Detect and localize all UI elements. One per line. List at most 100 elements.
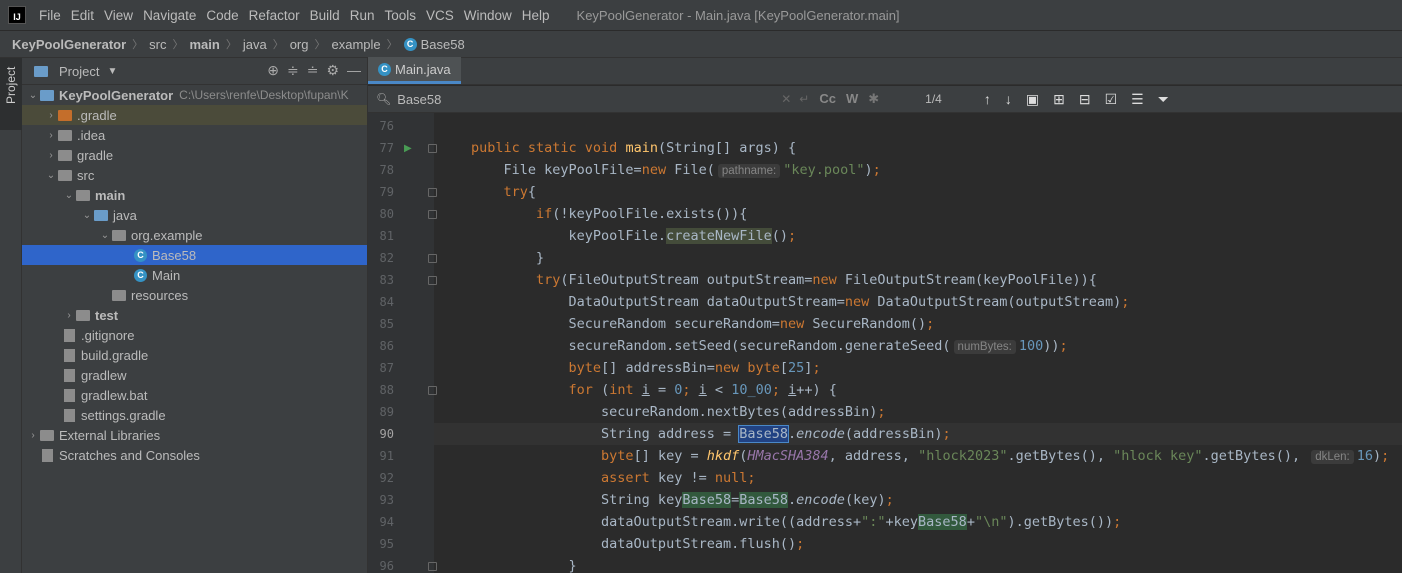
code-line: 80 if(!keyPoolFile.exists()){ (368, 203, 1402, 225)
breadcrumb-example[interactable]: example (332, 37, 381, 52)
add-occurrence-icon[interactable]: ⊞ (1053, 91, 1065, 108)
window-title: KeyPoolGenerator - Main.java [KeyPoolGen… (576, 7, 900, 23)
regex-icon[interactable]: ✱ (868, 91, 879, 107)
remove-occurrence-icon[interactable]: ⊟ (1079, 91, 1091, 108)
code-line: 84 DataOutputStream dataOutputStream=new… (368, 291, 1402, 313)
package-icon (112, 229, 126, 241)
project-tool-tab[interactable]: Project (0, 58, 22, 130)
chevron-right-icon[interactable]: › (26, 430, 40, 441)
chevron-down-icon[interactable]: ▼ (107, 66, 117, 77)
tree-item-main-class[interactable]: C Main (22, 265, 367, 285)
menu-vcs[interactable]: VCS (421, 8, 459, 23)
chevron-down-icon[interactable]: ⌄ (26, 90, 40, 101)
menu-build[interactable]: Build (305, 8, 345, 23)
tree-item-base58[interactable]: C Base58 (22, 245, 367, 265)
menu-edit[interactable]: Edit (66, 8, 99, 23)
tree-item-build-gradle[interactable]: build.gradle (22, 345, 367, 365)
arrow-up-icon[interactable]: ↑ (984, 91, 991, 108)
line-number: 93 (379, 493, 394, 507)
open-in-window-icon[interactable]: ▣ (1026, 91, 1039, 108)
tab-main-java[interactable]: C Main.java (368, 57, 461, 84)
minimize-icon[interactable]: — (347, 62, 361, 79)
search-icon[interactable]: 🔍︎ (376, 92, 391, 106)
search-input[interactable] (397, 91, 778, 107)
filter-icon[interactable]: ⏷ (1158, 91, 1169, 108)
tree-item-resources[interactable]: resources (22, 285, 367, 305)
fold-icon[interactable] (428, 187, 437, 197)
chevron-down-icon[interactable]: ⌄ (44, 170, 58, 181)
chevron-down-icon[interactable]: ⌄ (62, 190, 76, 201)
code-line: 81 keyPoolFile.createNewFile(); (368, 225, 1402, 247)
tree-item-settings-gradle[interactable]: settings.gradle (22, 405, 367, 425)
tree-item-root[interactable]: ⌄ KeyPoolGenerator C:\Users\renfe\Desktop\… (22, 85, 367, 105)
chevron-down-icon[interactable]: ⌄ (80, 210, 94, 221)
filter-options-icon[interactable]: ☰ (1131, 91, 1144, 108)
menu-file[interactable]: File (34, 8, 66, 23)
breadcrumb-project[interactable]: KeyPoolGenerator (12, 37, 126, 52)
expand-all-icon[interactable]: ≑ (287, 62, 299, 79)
fold-icon[interactable] (428, 143, 437, 153)
breadcrumb-main[interactable]: main (190, 37, 220, 52)
arrow-down-icon[interactable]: ↓ (1005, 91, 1012, 108)
tree-item-package[interactable]: ⌄ org.example (22, 225, 367, 245)
whole-words-option[interactable]: W (846, 91, 858, 107)
fold-icon[interactable] (428, 385, 437, 395)
tree-item-main[interactable]: ⌄ main (22, 185, 367, 205)
tree-item-external-libraries[interactable]: › External Libraries (22, 425, 367, 445)
tree-item-label: gradle (77, 147, 114, 163)
tree-item-label: main (95, 187, 126, 203)
code-area[interactable]: 76 77 ▶ public static void main(String[] a… (368, 113, 1402, 573)
menu-help[interactable]: Help (517, 8, 555, 23)
line-number: 82 (379, 251, 394, 265)
tree-item-gradle[interactable]: › gradle (22, 145, 367, 165)
source-folder-icon (94, 209, 108, 221)
menu-view[interactable]: View (99, 8, 138, 23)
collapse-all-icon[interactable]: ≐ (307, 62, 319, 79)
tree-item-gradlew[interactable]: gradlew (22, 365, 367, 385)
match-case-option[interactable]: Cc (819, 91, 836, 107)
tree-item-src[interactable]: ⌄ src (22, 165, 367, 185)
menu-refactor[interactable]: Refactor (244, 8, 305, 23)
chevron-down-icon[interactable]: ⌄ (98, 230, 112, 241)
clear-icon[interactable]: ✕ (781, 92, 791, 106)
tree-item-label: test (95, 307, 119, 323)
menu-navigate[interactable]: Navigate (138, 8, 201, 23)
chevron-right-icon[interactable]: › (44, 150, 58, 161)
code-line: 90 String address = Base58.encode(addres… (368, 423, 1402, 445)
chevron-right-icon[interactable]: › (44, 110, 58, 121)
fold-icon[interactable] (428, 561, 437, 571)
tree-item-gradle-cache[interactable]: › .gradle (22, 105, 367, 125)
line-number: 91 (379, 449, 394, 463)
tree-item-scratches[interactable]: Scratches and Consoles (22, 445, 367, 465)
tree-item-gitignore[interactable]: .gitignore (22, 325, 367, 345)
menu-tools[interactable]: Tools (379, 8, 421, 23)
breadcrumb-src[interactable]: src (149, 37, 166, 52)
select-all-occurrences-icon[interactable]: ☑ (1105, 91, 1118, 108)
run-icon[interactable]: ▶ (404, 143, 412, 154)
chevron-right-icon[interactable]: › (44, 130, 58, 141)
code-line: 79 try{ (368, 181, 1402, 203)
gear-icon[interactable]: ⚙ (326, 62, 339, 79)
fold-icon[interactable] (428, 209, 437, 219)
menu-code[interactable]: Code (201, 8, 243, 23)
line-number: 84 (379, 295, 394, 309)
breadcrumb-java[interactable]: java (243, 37, 267, 52)
fold-icon[interactable] (428, 253, 437, 263)
match-count: 1/4 (925, 92, 942, 106)
project-panel-title[interactable]: Project (59, 64, 99, 79)
tree-item-java[interactable]: ⌄ java (22, 205, 367, 225)
tree-item-label: org.example (131, 227, 203, 243)
menu-run[interactable]: Run (345, 8, 380, 23)
breadcrumb-base58[interactable]: Base58 (421, 37, 465, 52)
intellij-logo-icon[interactable]: IJ (8, 6, 26, 24)
locate-icon[interactable]: ⊕ (267, 62, 279, 79)
breadcrumb-org[interactable]: org (290, 37, 309, 52)
menu-window[interactable]: Window (459, 8, 517, 23)
fold-icon[interactable] (428, 275, 437, 285)
tree-item-gradlew-bat[interactable]: gradlew.bat (22, 385, 367, 405)
tree-item-test[interactable]: › test (22, 305, 367, 325)
newline-icon[interactable]: ↵ (799, 92, 809, 106)
chevron-right-icon: 〉 (386, 39, 398, 51)
chevron-right-icon[interactable]: › (62, 310, 76, 321)
tree-item-idea[interactable]: › .idea (22, 125, 367, 145)
